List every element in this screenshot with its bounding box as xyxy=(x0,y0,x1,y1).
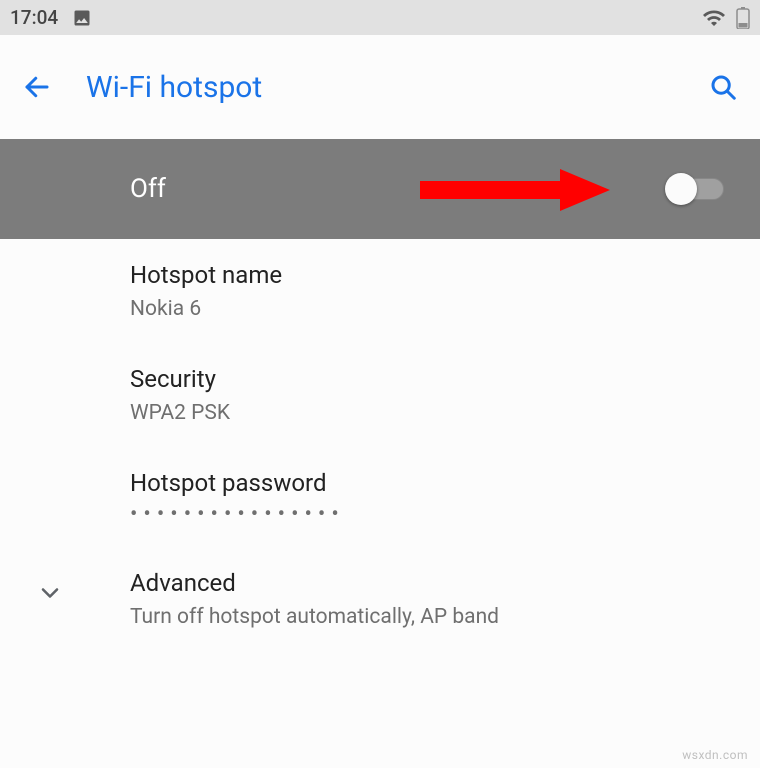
switch-thumb xyxy=(665,173,697,205)
battery-icon xyxy=(736,7,750,29)
hotspot-name-setting[interactable]: Hotspot name Nokia 6 xyxy=(0,239,760,343)
security-setting[interactable]: Security WPA2 PSK xyxy=(0,343,760,447)
statusbar-right xyxy=(702,6,750,30)
expand-chevron[interactable] xyxy=(36,579,64,611)
toggle-state-label: Off xyxy=(130,174,166,204)
status-bar: 17:04 xyxy=(0,0,760,35)
advanced-setting[interactable]: Advanced Turn off hotspot automatically,… xyxy=(0,547,760,651)
setting-title: Hotspot name xyxy=(130,261,724,289)
setting-title: Advanced xyxy=(130,569,724,597)
image-icon xyxy=(72,8,92,28)
password-masked: •••••••••••••••• xyxy=(130,505,724,525)
chevron-down-icon xyxy=(36,579,64,607)
hotspot-password-setting[interactable]: Hotspot password •••••••••••••••• xyxy=(0,447,760,547)
search-button[interactable] xyxy=(708,72,738,102)
back-button[interactable] xyxy=(22,72,52,102)
arrow-back-icon xyxy=(22,72,52,102)
setting-title: Hotspot password xyxy=(130,469,724,497)
attribution-watermark: wsxdn.com xyxy=(682,748,748,762)
setting-value: Turn off hotspot automatically, AP band xyxy=(130,605,724,629)
setting-value: Nokia 6 xyxy=(130,297,724,321)
page-title: Wi-Fi hotspot xyxy=(86,70,674,105)
hotspot-switch[interactable] xyxy=(670,178,724,200)
setting-title: Security xyxy=(130,365,724,393)
wifi-icon xyxy=(702,6,726,30)
app-bar: Wi-Fi hotspot xyxy=(0,35,760,139)
clock: 17:04 xyxy=(10,6,58,29)
setting-value: WPA2 PSK xyxy=(130,401,724,425)
search-icon xyxy=(708,72,738,102)
hotspot-toggle-row[interactable]: Off xyxy=(0,139,760,239)
annotation-arrow-icon xyxy=(420,169,610,211)
statusbar-left: 17:04 xyxy=(10,6,92,29)
